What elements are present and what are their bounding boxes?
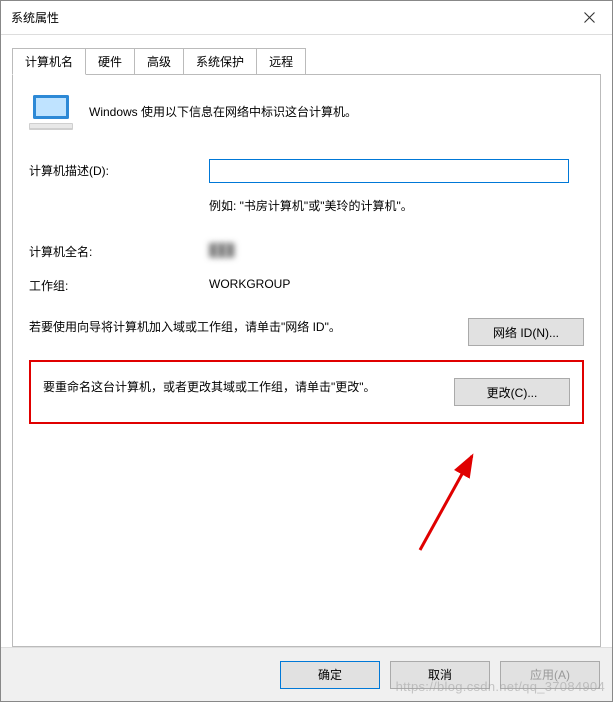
dialog-button-bar: 确定 取消 应用(A) <box>1 647 612 701</box>
network-id-row: 若要使用向导将计算机加入域或工作组，请单击"网络 ID"。 网络 ID(N)..… <box>29 318 584 346</box>
close-icon <box>584 12 595 23</box>
intro-row: Windows 使用以下信息在网络中标识这台计算机。 <box>29 93 584 131</box>
tab-computer-name[interactable]: 计算机名 <box>12 48 86 75</box>
change-highlight-box: 要重命名这台计算机，或者更改其域或工作组，请单击"更改"。 更改(C)... <box>29 360 584 424</box>
tab-area: 计算机名 硬件 高级 系统保护 远程 Windows 使用以下信息在网络中标识这… <box>1 35 612 647</box>
description-input[interactable] <box>209 159 569 183</box>
tab-hardware[interactable]: 硬件 <box>85 48 135 74</box>
close-button[interactable] <box>566 1 612 34</box>
description-example: 例如: "书房计算机"或"美玲的计算机"。 <box>209 197 584 214</box>
workgroup-value: WORKGROUP <box>209 274 290 291</box>
computer-icon <box>29 93 73 131</box>
change-button[interactable]: 更改(C)... <box>454 378 570 406</box>
fullname-label: 计算机全名: <box>29 240 209 260</box>
fullname-row: 计算机全名: ███ <box>29 240 584 260</box>
cancel-button[interactable]: 取消 <box>390 661 490 689</box>
system-properties-window: 系统属性 计算机名 硬件 高级 系统保护 远程 Windows 使用以下信息在网… <box>0 0 613 702</box>
titlebar: 系统属性 <box>1 1 612 35</box>
change-row: 要重命名这台计算机，或者更改其域或工作组，请单击"更改"。 更改(C)... <box>43 378 570 406</box>
workgroup-row: 工作组: WORKGROUP <box>29 274 584 294</box>
ok-button[interactable]: 确定 <box>280 661 380 689</box>
change-text: 要重命名这台计算机，或者更改其域或工作组，请单击"更改"。 <box>43 378 440 397</box>
tab-panel-computer-name: Windows 使用以下信息在网络中标识这台计算机。 计算机描述(D): 例如:… <box>12 74 601 647</box>
network-id-text: 若要使用向导将计算机加入域或工作组，请单击"网络 ID"。 <box>29 318 454 337</box>
fullname-value: ███ <box>209 240 235 257</box>
description-row: 计算机描述(D): <box>29 159 584 183</box>
window-title: 系统属性 <box>11 9 59 26</box>
apply-button[interactable]: 应用(A) <box>500 661 600 689</box>
tab-remote[interactable]: 远程 <box>256 48 306 74</box>
tab-advanced[interactable]: 高级 <box>134 48 184 74</box>
tab-row: 计算机名 硬件 高级 系统保护 远程 <box>12 48 601 74</box>
workgroup-label: 工作组: <box>29 274 209 294</box>
tab-system-protection[interactable]: 系统保护 <box>183 48 257 74</box>
description-label: 计算机描述(D): <box>29 159 209 179</box>
network-id-button[interactable]: 网络 ID(N)... <box>468 318 584 346</box>
intro-text: Windows 使用以下信息在网络中标识这台计算机。 <box>89 93 357 120</box>
